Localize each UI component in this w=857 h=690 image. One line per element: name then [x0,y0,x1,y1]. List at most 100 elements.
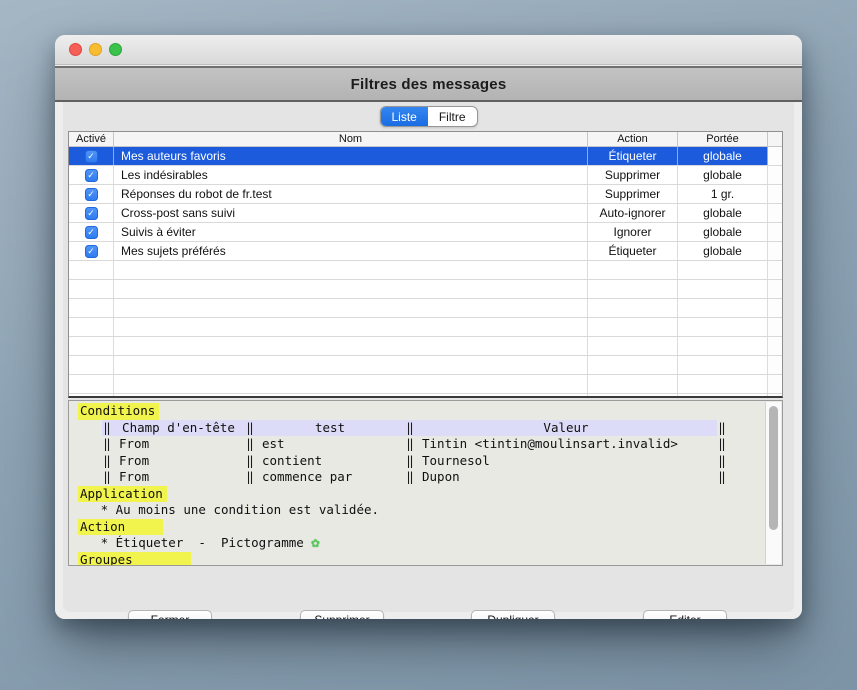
filter-action: Auto-ignorer [588,204,678,222]
delete-button[interactable]: Supprimer [300,610,384,619]
view-segmented-control: Liste Filtre [379,106,477,127]
row-scroll-gutter [768,185,782,203]
column-separator-icon: ‖ [405,436,415,453]
row-scroll-gutter [768,204,782,222]
table-row[interactable]: ✓ Réponses du robot de fr.test Supprimer… [69,185,782,204]
window-title: Filtres des messages [351,76,507,93]
empty-table-row[interactable] [69,356,782,375]
table-row[interactable]: ✓ Mes sujets préférés Étiqueter globale [69,242,782,261]
condition-row: ‖From‖est‖Tintin <tintin@moulinsart.inva… [78,436,765,453]
section-groupes: Groupes [78,552,765,567]
column-separator-icon: ‖ [102,469,112,486]
window-title-band: Filtres des messages [55,66,802,102]
action-note: * Étiqueter - Pictogramme [78,535,311,550]
checkbox-checked-icon[interactable]: ✓ [85,226,98,239]
tab-liste[interactable]: Liste [380,107,427,126]
section-application: Application [78,486,765,503]
checkmark-icon: ✓ [87,171,95,180]
table-row[interactable]: ✓ Les indésirables Supprimer globale [69,166,782,185]
filter-scope: 1 gr. [678,185,768,203]
filter-action: Supprimer [588,185,678,203]
conditions-col-field: Champ d'en-tête [112,420,245,437]
filter-enabled-cell: ✓ [69,223,114,241]
row-scroll-gutter [768,242,782,260]
empty-table-row[interactable] [69,394,782,398]
filter-name: Mes sujets préférés [114,242,588,260]
condition-field: From [112,469,245,486]
empty-table-row[interactable] [69,299,782,318]
column-separator-icon: ‖ [717,453,727,470]
empty-table-row[interactable] [69,337,782,356]
filter-scope: globale [678,204,768,222]
checkmark-icon: ✓ [87,152,95,161]
checkbox-checked-icon[interactable]: ✓ [85,207,98,220]
checkbox-checked-icon[interactable]: ✓ [85,245,98,258]
checkbox-checked-icon[interactable]: ✓ [85,188,98,201]
section-heading-groupes: Groupes [78,552,191,567]
close-button[interactable]: Fermer [128,610,212,619]
table-header-row: Activé Nom Action Portée [69,132,782,147]
filters-window: Filtres des messages Liste Filtre Activé… [55,35,802,619]
condition-test: commence par [255,469,405,486]
condition-value: Dupon [415,469,717,486]
header-scope[interactable]: Portée [678,132,768,146]
section-action: Action [78,519,765,536]
filter-scope: globale [678,147,768,165]
filter-enabled-cell: ✓ [69,204,114,222]
empty-table-row[interactable] [69,261,782,280]
header-enabled[interactable]: Activé [69,132,114,146]
minimize-window-icon[interactable] [89,43,102,56]
row-scroll-gutter [768,223,782,241]
column-separator-icon: ‖ [405,469,415,486]
filter-action: Supprimer [588,166,678,184]
window-titlebar [55,35,802,65]
column-separator-icon: ‖ [245,453,255,470]
column-separator-icon: ‖ [405,420,415,437]
zoom-window-icon[interactable] [109,43,122,56]
condition-test: est [255,436,405,453]
pictogram-flower-icon: ✿ [311,535,319,551]
details-scrollbar-track[interactable] [765,402,781,564]
checkbox-checked-icon[interactable]: ✓ [85,169,98,182]
condition-value: Tournesol [415,453,717,470]
edit-button[interactable]: Editer [643,610,727,619]
section-heading-action: Action [78,519,163,536]
action-note-line: * Étiqueter - Pictogramme ✿ [78,535,765,552]
filter-scope: globale [678,242,768,260]
checkbox-checked-icon[interactable]: ✓ [85,150,98,163]
section-conditions: Conditions [78,403,765,420]
filter-name: Suivis à éviter [114,223,588,241]
column-separator-icon: ‖ [717,436,727,453]
tab-filtre[interactable]: Filtre [428,107,477,126]
conditions-header-row: ‖Champ d'en-tête‖test‖Valeur‖ [78,420,765,437]
table-row[interactable]: ✓ Suivis à éviter Ignorer globale [69,223,782,242]
header-action[interactable]: Action [588,132,678,146]
checkmark-icon: ✓ [87,247,95,256]
filter-details-text: Conditions ‖Champ d'en-tête‖test‖Valeur‖… [69,403,765,565]
empty-table-row[interactable] [69,318,782,337]
column-separator-icon: ‖ [245,436,255,453]
condition-field: From [112,453,245,470]
empty-table-row[interactable] [69,280,782,299]
window-content: Liste Filtre Activé Nom Action Portée ✓ … [55,102,802,619]
filter-name: Les indésirables [114,166,588,184]
bottom-button-row: Fermer Supprimer Dupliquer Editer [68,610,783,619]
condition-test: contient [255,453,405,470]
duplicate-button[interactable]: Dupliquer [471,610,555,619]
column-separator-icon: ‖ [245,420,255,437]
column-separator-icon: ‖ [102,420,112,437]
empty-table-row[interactable] [69,375,782,394]
condition-field: From [112,436,245,453]
checkmark-icon: ✓ [87,190,95,199]
checkmark-icon: ✓ [87,228,95,237]
details-scrollbar-thumb[interactable] [769,406,778,530]
column-separator-icon: ‖ [245,469,255,486]
close-window-icon[interactable] [69,43,82,56]
filter-enabled-cell: ✓ [69,185,114,203]
column-separator-icon: ‖ [102,453,112,470]
table-row[interactable]: ✓ Mes auteurs favoris Étiqueter globale [69,147,782,166]
header-name[interactable]: Nom [114,132,588,146]
application-note: * Au moins une condition est validée. [78,502,765,519]
filter-action: Ignorer [588,223,678,241]
table-row[interactable]: ✓ Cross-post sans suivi Auto-ignorer glo… [69,204,782,223]
